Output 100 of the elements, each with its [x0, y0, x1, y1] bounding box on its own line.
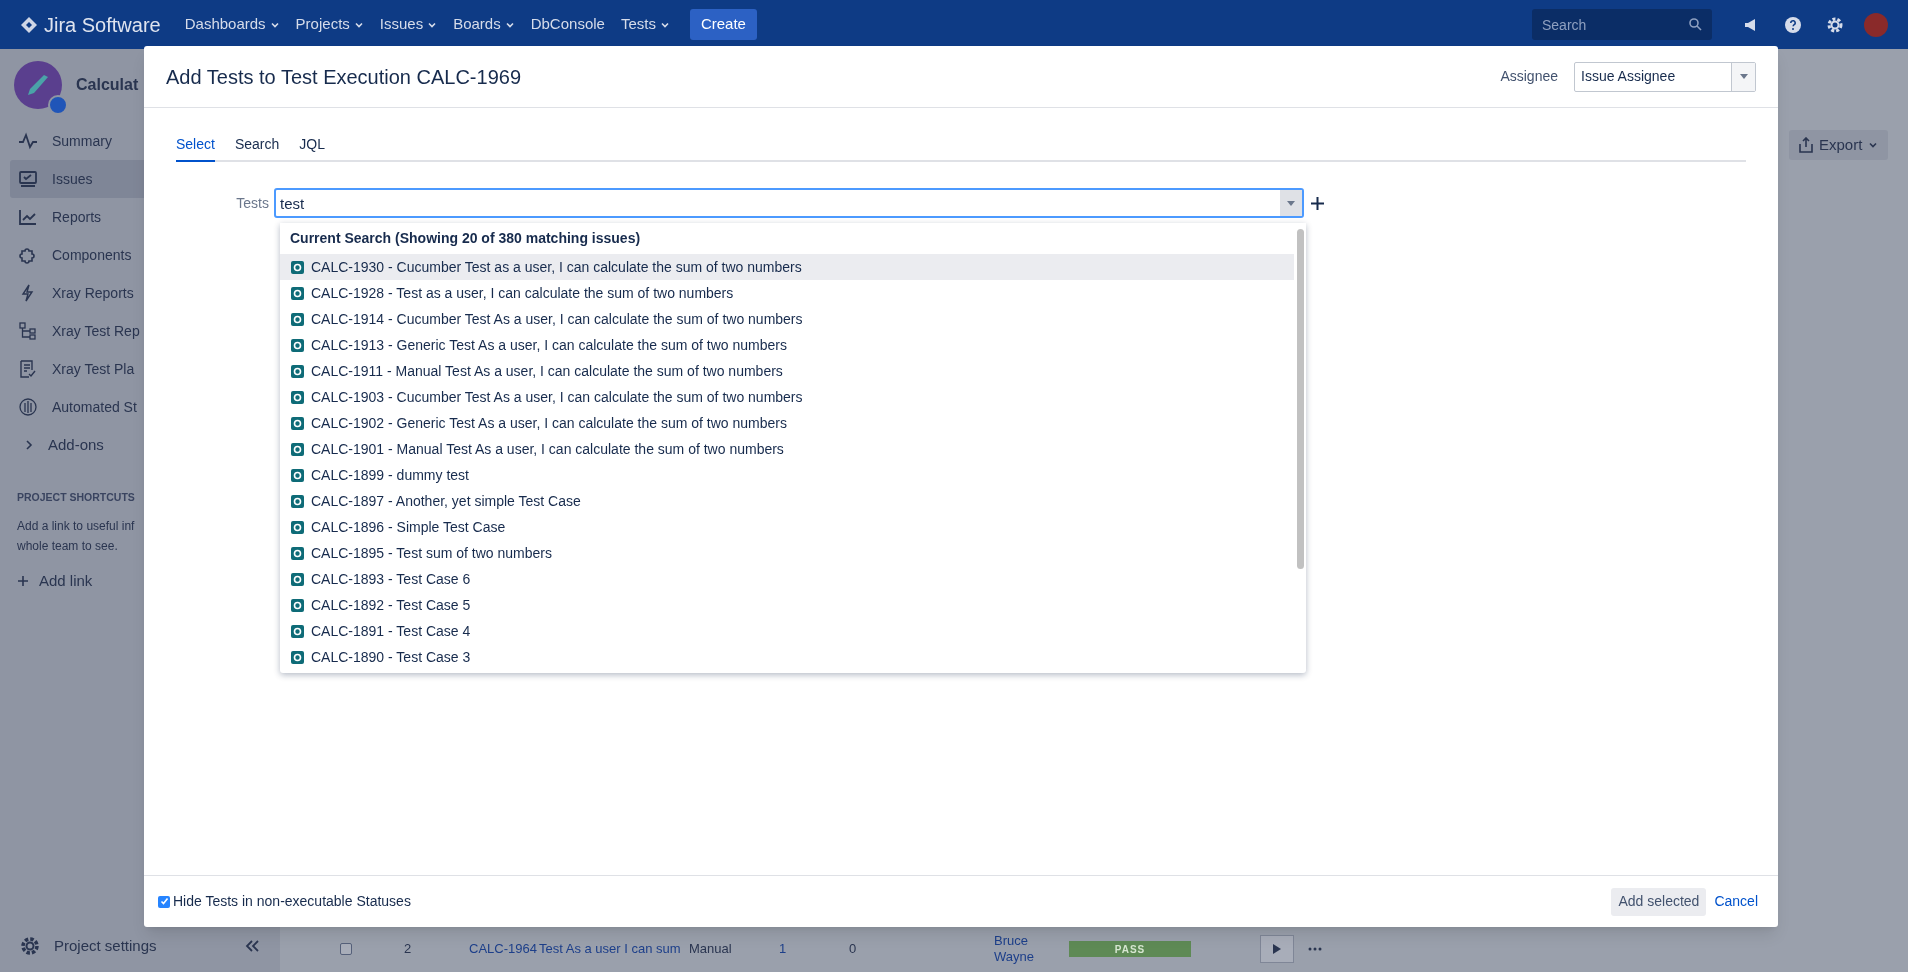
- tab[interactable]: JQL: [299, 134, 325, 162]
- assignee-link[interactable]: Bruce Wayne: [994, 933, 1069, 965]
- test-issue-icon: [291, 416, 304, 430]
- test-issue-icon: [291, 364, 304, 378]
- test-option[interactable]: CALC-1903 - Cucumber Test As a user, I can calculate the sum of two numbers: [280, 384, 1294, 410]
- hide-tests-checkbox[interactable]: [158, 895, 170, 908]
- cancel-link[interactable]: Cancel: [1714, 891, 1764, 912]
- test-issue-icon: [291, 442, 304, 456]
- test-option[interactable]: CALC-1901 - Manual Test As a user, I can calculate the sum of two numbers: [280, 436, 1294, 462]
- search-icon: [1688, 17, 1702, 31]
- settings-icon[interactable]: [1826, 15, 1844, 34]
- search-field[interactable]: Search: [1532, 9, 1712, 40]
- help-icon[interactable]: [1784, 15, 1802, 34]
- sidebar-item[interactable]: Add-ons: [10, 426, 270, 464]
- project-settings-link[interactable]: Project settings: [20, 934, 157, 957]
- nav-menu[interactable]: Issues: [371, 7, 446, 42]
- caret-icon: [1868, 140, 1879, 150]
- scrollbar[interactable]: [1296, 229, 1304, 569]
- sidebar-item[interactable]: Xray Test Pla: [10, 350, 270, 388]
- test-option[interactable]: CALC-1892 - Test Case 5: [280, 592, 1294, 618]
- table-cell-text: 0: [849, 940, 858, 959]
- dropdown-toggle[interactable]: [1280, 190, 1302, 216]
- test-issue-icon: [291, 494, 304, 508]
- test-option[interactable]: CALC-1914 - Cucumber Test As a user, I can calculate the sum of two numbers: [280, 306, 1294, 332]
- circle-icon: [18, 397, 38, 417]
- status-bar: PASS: [1069, 941, 1191, 957]
- test-issue-icon: [291, 468, 304, 482]
- checklist-icon: [18, 359, 38, 379]
- assignee-select[interactable]: Issue Assignee: [1574, 61, 1756, 92]
- test-issue-icon: [291, 260, 304, 274]
- project-name: Calculat: [76, 75, 139, 95]
- test-issue-icon: [291, 598, 304, 612]
- test-issue-icon: [291, 520, 304, 534]
- sidebar-item[interactable]: Components: [10, 236, 270, 274]
- table-cell-text: 1: [779, 940, 788, 959]
- sidebar-item[interactable]: Automated St: [10, 388, 270, 426]
- table-cell-text: Manual: [689, 940, 733, 959]
- chevron-right-icon: [24, 440, 34, 450]
- export-button[interactable]: Export: [1789, 130, 1889, 160]
- more-icon[interactable]: [1308, 947, 1322, 951]
- summary-link[interactable]: Test As a user I can sum: [539, 941, 689, 957]
- test-option[interactable]: CALC-1891 - Test Case 4: [280, 618, 1294, 644]
- test-option[interactable]: CALC-1896 - Simple Test Case: [280, 514, 1294, 540]
- test-option[interactable]: CALC-1930 - Cucumber Test as a user, I can calculate the sum of two numbers: [280, 254, 1294, 280]
- nav-menu[interactable]: Tests: [612, 7, 678, 42]
- test-issue-icon: [291, 286, 304, 300]
- plus-icon: [17, 575, 29, 587]
- settings-icon: [20, 935, 40, 956]
- tab[interactable]: Search: [234, 134, 280, 162]
- nav-menu[interactable]: Dashboards: [176, 7, 288, 42]
- row-checkbox[interactable]: [340, 943, 352, 955]
- test-option[interactable]: CALC-1902 - Generic Test As a user, I can calculate the sum of two numbers: [280, 410, 1294, 436]
- check-icon: [159, 897, 169, 906]
- sidebar-item[interactable]: Xray Reports: [10, 274, 270, 312]
- dropdown-heading: Current Search (Showing 20 of 380 matching issues): [289, 229, 642, 248]
- section-heading: PROJECT SHORTCUTS: [17, 490, 136, 505]
- plus-icon[interactable]: [1311, 196, 1324, 210]
- nav-menu[interactable]: Boards: [445, 7, 523, 42]
- puzzle-icon: [18, 245, 38, 265]
- dropdown-arrow-icon: [1287, 200, 1295, 206]
- test-option[interactable]: CALC-1928 - Test as a user, I can calculate the sum of two numbers: [280, 280, 1294, 306]
- play-icon: [1272, 943, 1282, 955]
- shortcuts-description: whole team to see.: [17, 537, 119, 555]
- table-cell-text: 2: [404, 940, 413, 959]
- monitor-icon: [18, 169, 38, 189]
- add-selected-button[interactable]: Add selected: [1611, 887, 1707, 916]
- badge-icon: [48, 95, 68, 115]
- sidebar-item[interactable]: Xray Test Rep: [10, 312, 270, 350]
- test-option[interactable]: CALC-1913 - Generic Test As a user, I can calculate the sum of two numbers: [280, 332, 1294, 358]
- assignee-label: Assignee: [1500, 67, 1558, 86]
- create-button[interactable]: Create: [689, 9, 757, 40]
- test-issue-icon: [291, 546, 304, 560]
- pulse-icon: [18, 131, 38, 151]
- issue-key-link[interactable]: CALC-1964: [469, 941, 539, 957]
- nav-menu[interactable]: Projects: [287, 7, 372, 42]
- test-option[interactable]: CALC-1890 - Test Case 3: [280, 644, 1294, 670]
- test-issue-icon: [291, 624, 304, 638]
- test-issue-icon: [291, 312, 304, 326]
- add-link[interactable]: Add link: [17, 569, 263, 593]
- play-button[interactable]: [1260, 935, 1294, 963]
- line-chart-icon: [18, 207, 38, 227]
- test-option[interactable]: CALC-1897 - Another, yet simple Test Case: [280, 488, 1294, 514]
- test-issue-icon: [291, 390, 304, 404]
- dialog-title: Add Tests to Test Execution CALC-1969: [166, 64, 522, 90]
- test-issue-icon: [291, 650, 304, 664]
- test-issue-icon: [291, 338, 304, 352]
- tests-input-field[interactable]: test: [274, 188, 1304, 218]
- shortcuts-description: Add a link to useful inf: [17, 517, 136, 535]
- tab[interactable]: Select: [176, 134, 215, 162]
- test-option[interactable]: CALC-1911 - Manual Test As a user, I can calculate the sum of two numbers: [280, 358, 1294, 384]
- nav-menu[interactable]: DbConsole: [522, 7, 613, 42]
- test-issue-icon: [291, 572, 304, 586]
- test-option[interactable]: CALC-1899 - dummy test: [280, 462, 1294, 488]
- diamond-logo-icon: [20, 15, 38, 34]
- test-option[interactable]: CALC-1893 - Test Case 6: [280, 566, 1294, 592]
- tree-icon: [18, 321, 38, 341]
- collapse-icon[interactable]: [244, 938, 260, 953]
- upload-icon: [1799, 137, 1813, 153]
- test-option[interactable]: CALC-1895 - Test sum of two numbers: [280, 540, 1294, 566]
- app-logo-text: Jira Software: [44, 12, 161, 38]
